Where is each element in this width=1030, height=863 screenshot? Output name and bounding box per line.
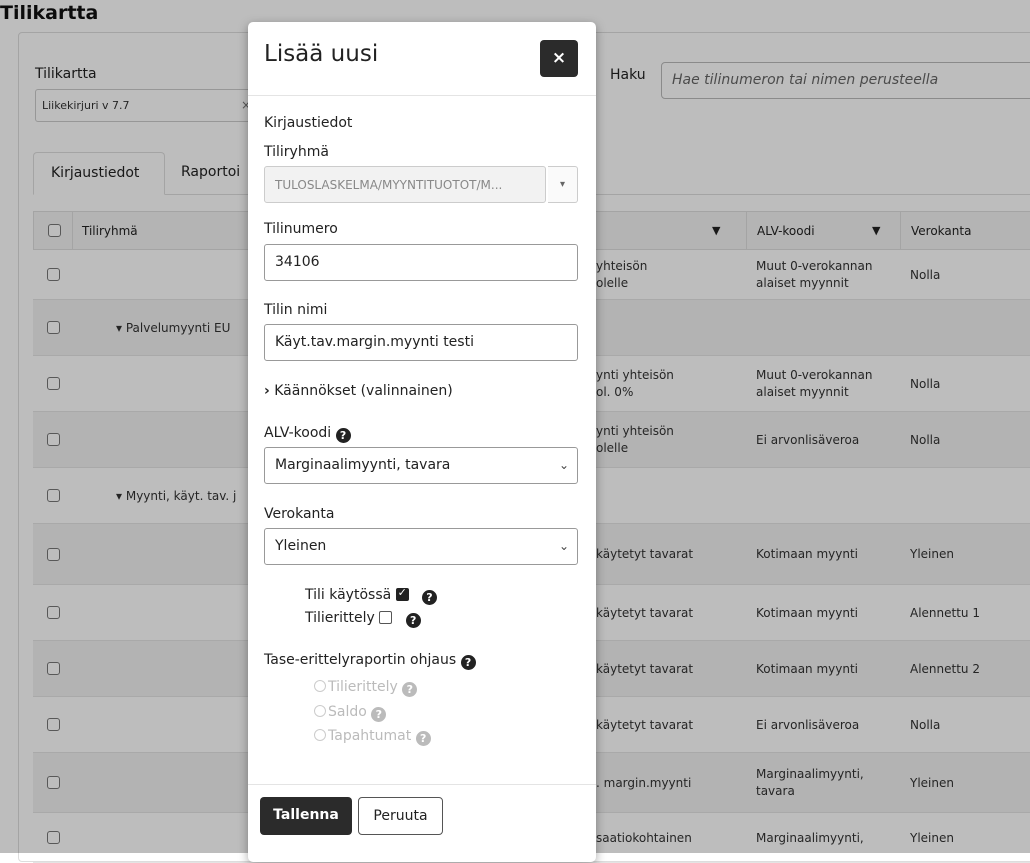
account-name-input[interactable]: Käyt.tav.margin.myynti testi: [264, 324, 578, 361]
alv-label: ALV-koodi: [264, 425, 332, 441]
help-icon: ?: [402, 682, 418, 697]
itemization-label: Tilierittely: [305, 610, 375, 626]
help-icon[interactable]: ?: [335, 428, 351, 443]
radio-button: [314, 680, 326, 692]
account-number-label: Tilinumero: [264, 221, 338, 237]
translations-label: Käännökset (valinnainen): [274, 383, 453, 399]
section-heading: Kirjaustiedot: [264, 115, 353, 131]
radio-option: Tapahtumat ?: [314, 728, 431, 746]
radio-button: [314, 705, 326, 717]
alv-select-value: Marginaalimyynti, tavara: [275, 457, 451, 473]
report-label: Tase-erittelyraportin ohjaus: [264, 652, 457, 668]
group-label: Tiliryhmä: [264, 144, 329, 160]
account-number-input[interactable]: 34106: [264, 244, 578, 281]
cancel-button[interactable]: Peruuta: [358, 797, 443, 835]
radio-option: Tilierittely ?: [314, 679, 418, 697]
in-use-row: Tili käytössä ?: [305, 586, 437, 605]
in-use-checkbox[interactable]: [395, 586, 409, 601]
in-use-label: Tili käytössä: [305, 587, 392, 603]
radio-button: [314, 729, 326, 741]
chevron-down-icon: ⌄: [558, 539, 569, 553]
save-button[interactable]: Tallenna: [260, 797, 352, 835]
radio-option: Saldo ?: [314, 704, 387, 722]
chevron-right-icon: ›: [264, 383, 270, 399]
dialog-title: Lisää uusi: [264, 41, 379, 67]
translations-toggle[interactable]: › Käännökset (valinnainen): [264, 383, 453, 399]
group-select: TULOSLASKELMA/MYYNTITUOTOT/M...: [264, 166, 546, 203]
radio-label: Tilierittely: [328, 679, 398, 695]
report-label-row: Tase-erittelyraportin ohjaus ?: [264, 652, 476, 670]
help-icon[interactable]: ?: [405, 613, 421, 628]
close-button[interactable]: ×: [540, 40, 578, 77]
rate-select[interactable]: Yleinen ⌄: [264, 528, 578, 565]
add-account-dialog: Lisää uusi × Kirjaustiedot Tiliryhmä TUL…: [248, 22, 596, 862]
radio-label: Tapahtumat: [328, 728, 412, 744]
help-icon[interactable]: ?: [460, 655, 476, 670]
group-dropdown-icon: ▾: [548, 166, 578, 203]
header-divider: [248, 95, 596, 96]
help-icon[interactable]: ?: [422, 590, 437, 605]
alv-label-row: ALV-koodi ?: [264, 425, 351, 443]
radio-label: Saldo: [328, 704, 367, 720]
alv-select[interactable]: Marginaalimyynti, tavara ⌄: [264, 447, 578, 484]
itemization-checkbox[interactable]: [379, 611, 393, 624]
footer-divider: [248, 784, 596, 785]
rate-label: Verokanta: [264, 506, 335, 522]
account-name-label: Tilin nimi: [264, 302, 328, 318]
rate-select-value: Yleinen: [275, 538, 327, 554]
help-icon: ?: [415, 731, 431, 746]
help-icon: ?: [371, 707, 387, 722]
itemization-row: Tilierittely ?: [305, 610, 421, 628]
chevron-down-icon: ⌄: [558, 458, 569, 472]
